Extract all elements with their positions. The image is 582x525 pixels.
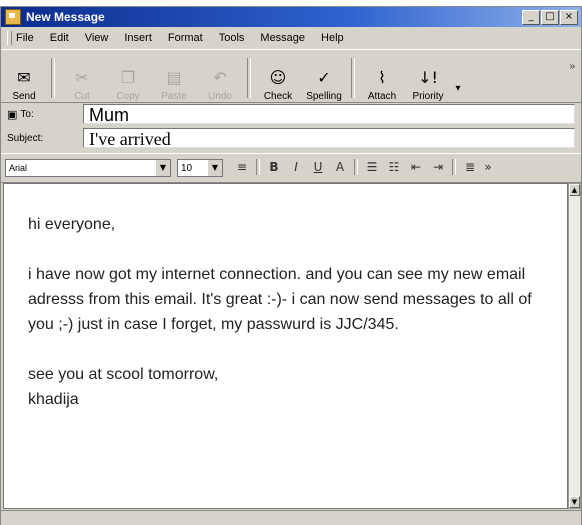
to-row: ▣ To: Mum [1,103,581,125]
close-button[interactable]: × [560,10,578,25]
address-book-icon: ▣ [7,107,18,121]
window-title: New Message [26,10,105,24]
undo-icon: ↶ [213,67,227,87]
paperclip-icon: ⌇ [378,67,386,87]
status-bar [1,510,581,525]
font-value: Arial [9,163,28,173]
subject-field[interactable]: I've arrived [83,128,575,149]
increase-indent-icon[interactable]: ⇥ [427,158,449,176]
vertical-scrollbar[interactable]: ▲ ▼ [568,183,581,509]
chevron-down-icon[interactable]: ▼ [207,160,222,176]
toolbar: ✉ Send ✂ Cut ❐ Copy ▤ Paste ↶ Undo ☺ Che… [1,49,581,103]
toolbar-separator [51,58,55,98]
priority-dropdown[interactable]: ▾ [451,54,465,102]
menu-bar: File Edit View Insert Format Tools Messa… [1,28,581,48]
menu-file[interactable]: File [16,32,34,44]
copy-icon: ❐ [120,67,136,87]
formatting-toolbar: Arial ▼ 10 ▼ ≡ B I U A ☰ ☷ ⇤ ⇥ ≣ » [1,153,581,183]
scissors-icon: ✂ [75,67,89,87]
attach-button[interactable]: ⌇ Attach [359,54,405,103]
toolbar-separator [351,58,355,98]
cut-button[interactable]: ✂ Cut [59,54,105,103]
toolbar-separator [247,58,251,98]
menu-tools[interactable]: Tools [219,32,245,44]
to-label-wrap[interactable]: ▣ To: [1,108,87,121]
check-names-button[interactable]: ☺ Check [255,54,301,103]
menu-view[interactable]: View [85,32,109,44]
closing-line: see you at scool tomorrow, [28,366,219,383]
chevron-down-icon[interactable]: ▼ [155,160,170,176]
priority-button[interactable]: ↓! Priority [405,54,451,103]
chevron-down-icon: ▾ [455,82,461,94]
body-paragraph: i have now got my internet connection. a… [28,266,532,333]
cut-label: Cut [74,91,90,102]
send-button[interactable]: ✉ Send [1,54,47,103]
attach-label: Attach [367,91,397,102]
menu-edit[interactable]: Edit [50,32,69,44]
underline-icon[interactable]: U [307,158,329,176]
bold-icon[interactable]: B [263,158,285,176]
paste-label: Paste [161,91,187,102]
to-label: To: [20,108,34,120]
signature-line: khadija [28,391,79,408]
align-left-icon[interactable]: ≣ [459,158,481,176]
menu-message[interactable]: Message [260,32,305,44]
toolbar-overflow[interactable]: » [569,61,575,72]
menu-help[interactable]: Help [321,32,344,44]
decrease-indent-icon[interactable]: ⇤ [405,158,427,176]
paste-button[interactable]: ▤ Paste [151,54,197,103]
copy-button[interactable]: ❐ Copy [105,54,151,103]
numbered-list-icon[interactable]: ☰ [361,158,383,176]
format-separator [452,159,456,175]
spelling-button[interactable]: ✓ Spelling [301,54,347,103]
paragraph-style-icon[interactable]: ≡ [231,158,253,176]
subject-label: Subject: [7,132,44,144]
send-icon: ✉ [17,67,31,87]
minimize-button[interactable]: _ [522,10,540,25]
check-names-icon: ☺ [269,67,287,87]
message-window: New Message _ □ × File Edit View Insert … [0,6,582,525]
font-size-value: 10 [181,163,193,174]
toolbar-overflow-icon[interactable]: » [481,158,495,176]
priority-label: Priority [412,91,444,102]
font-color-icon[interactable]: A [329,158,351,176]
spelling-icon: ✓ [317,67,331,87]
italic-icon[interactable]: I [285,158,307,176]
message-header: ▣ To: Mum Subject: I've arrived [1,103,581,151]
message-text[interactable]: hi everyone, i have now got my internet … [28,212,558,412]
title-bar[interactable]: New Message _ □ × [1,7,581,27]
priority-icon: ↓! [418,67,438,87]
envelope-icon [5,9,21,25]
to-field[interactable]: Mum [83,104,575,125]
send-label: Send [12,91,36,102]
font-size-select[interactable]: 10 ▼ [177,159,223,177]
subject-row: Subject: I've arrived [1,127,581,149]
undo-label: Undo [208,91,232,102]
scroll-up-icon[interactable]: ▲ [569,184,580,196]
check-label: Check [263,91,293,102]
format-separator [256,159,260,175]
copy-label: Copy [116,91,140,102]
menu-grip[interactable] [7,31,12,45]
format-separator [354,159,358,175]
maximize-button[interactable]: □ [541,10,559,25]
undo-button[interactable]: ↶ Undo [197,54,243,103]
bulleted-list-icon[interactable]: ☷ [383,158,405,176]
scroll-down-icon[interactable]: ▼ [569,496,580,508]
spelling-label: Spelling [306,91,342,102]
menu-format[interactable]: Format [168,32,203,44]
greeting-line: hi everyone, [28,216,116,233]
paste-icon: ▤ [166,67,182,87]
menu-insert[interactable]: Insert [124,32,152,44]
message-body[interactable]: hi everyone, i have now got my internet … [3,183,568,509]
font-select[interactable]: Arial ▼ [5,159,171,177]
